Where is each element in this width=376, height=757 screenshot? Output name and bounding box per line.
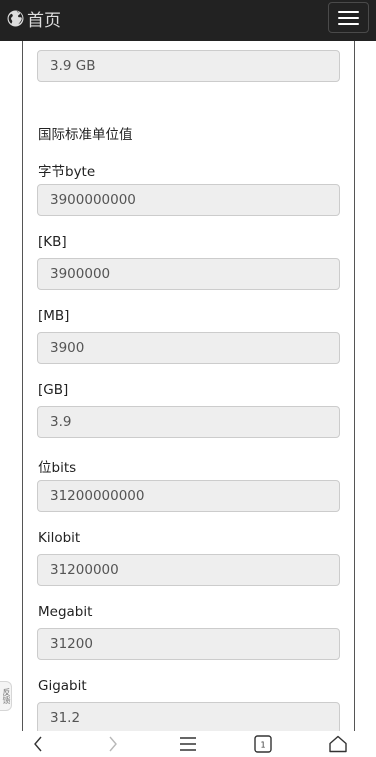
byte-field[interactable] <box>37 184 340 216</box>
home-link[interactable]: 首页 <box>7 7 61 31</box>
label-byte: 字节byte <box>38 164 96 180</box>
home-label: 首页 <box>27 10 61 31</box>
menu-list-button[interactable] <box>150 731 225 757</box>
label-gb: [GB] <box>38 382 69 398</box>
home-button[interactable] <box>301 731 376 757</box>
tabs-button[interactable]: 1 <box>226 731 301 757</box>
back-button[interactable] <box>0 731 75 757</box>
chevron-left-icon <box>33 736 42 752</box>
gigabit-field[interactable] <box>37 702 340 731</box>
hamburger-icon-bar <box>338 22 359 25</box>
result-field[interactable] <box>37 50 340 82</box>
hamburger-icon <box>338 10 359 13</box>
label-gigabit: Gigabit <box>38 678 87 694</box>
hamburger-icon-bar <box>338 16 359 19</box>
kilobit-field[interactable] <box>37 554 340 586</box>
globe-icon <box>7 10 24 26</box>
bits-field[interactable] <box>37 480 340 512</box>
top-navbar: 首页 <box>0 0 376 41</box>
browser-toolbar: 1 <box>0 731 376 757</box>
label-mb: [MB] <box>38 308 70 324</box>
label-megabit: Megabit <box>38 604 93 620</box>
menu-button[interactable] <box>328 2 369 33</box>
label-bits: 位bits <box>38 460 77 476</box>
gb-field[interactable] <box>37 406 340 438</box>
home-icon <box>329 735 348 753</box>
label-kilobit: Kilobit <box>38 530 81 546</box>
label-kb: [KB] <box>38 234 67 250</box>
feedback-tab[interactable]: 反馈 <box>0 681 12 711</box>
content-panel: 国际标准单位值 字节byte [KB] [MB] [GB] 位bits Kilo… <box>22 41 355 731</box>
tabs-icon: 1 <box>254 735 272 753</box>
menu-lines-icon <box>180 737 196 751</box>
mb-field[interactable] <box>37 332 340 364</box>
tabs-count: 1 <box>261 741 266 750</box>
section-title: 国际标准单位值 <box>38 127 133 143</box>
kb-field[interactable] <box>37 258 340 290</box>
chevron-right-icon <box>109 736 117 752</box>
forward-button[interactable] <box>75 731 150 757</box>
megabit-field[interactable] <box>37 628 340 660</box>
